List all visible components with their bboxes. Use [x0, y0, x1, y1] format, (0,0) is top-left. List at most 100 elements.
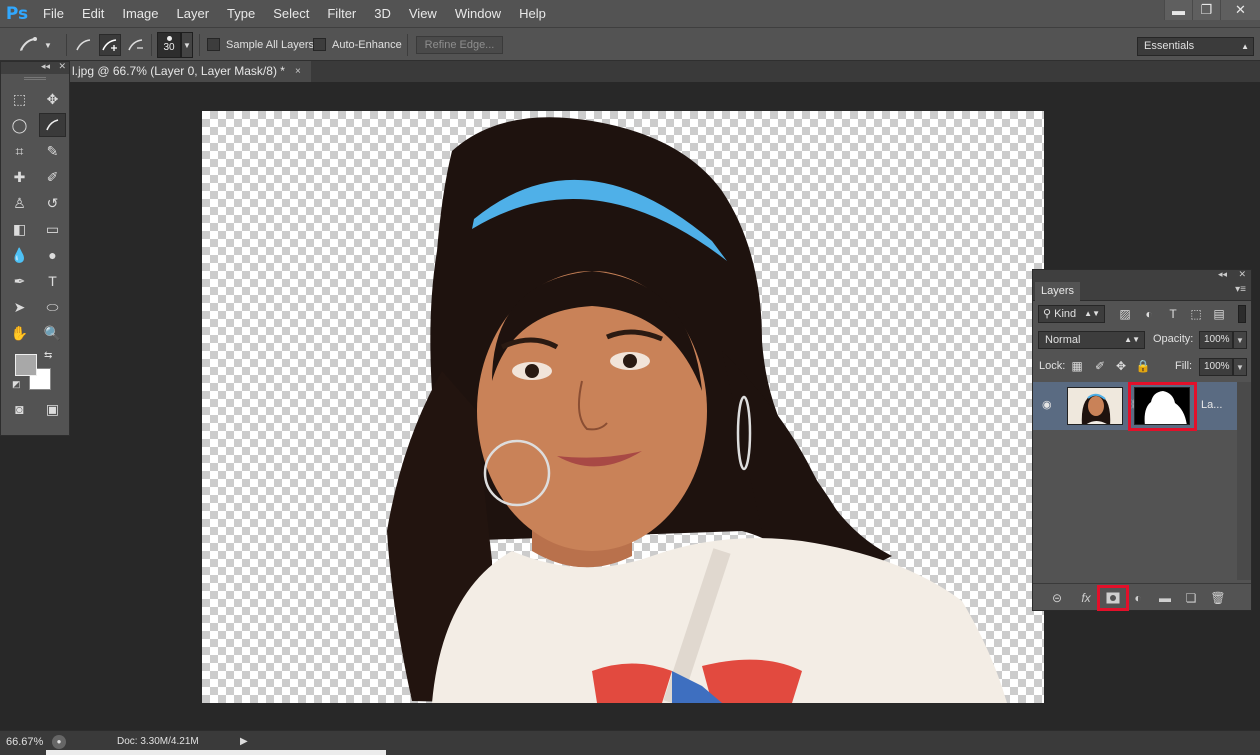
- opacity-field[interactable]: 100%: [1199, 331, 1233, 349]
- lock-image-icon[interactable]: ✐: [1093, 359, 1107, 373]
- subtract-from-selection-icon[interactable]: [125, 34, 147, 56]
- healing-brush-icon[interactable]: ✚: [3, 164, 36, 190]
- layer-filter-row: ⚲ Kind ▲▼ ▨ ◐ T ⬚ ▤: [1033, 301, 1251, 325]
- shape-filter-icon[interactable]: ⬚: [1188, 306, 1204, 322]
- auto-enhance-checkbox[interactable]: Auto-Enhance: [313, 38, 402, 51]
- lock-all-icon[interactable]: 🔒: [1136, 359, 1151, 373]
- eraser-icon[interactable]: ◧: [3, 216, 36, 242]
- close-tab-icon[interactable]: ×: [295, 61, 301, 82]
- menu-view[interactable]: View: [400, 0, 446, 27]
- foreground-color-swatch[interactable]: [15, 354, 37, 376]
- tools-panel-header[interactable]: ◂◂ ✕: [1, 61, 69, 74]
- smart-object-filter-icon[interactable]: ▤: [1211, 306, 1227, 322]
- fill-field[interactable]: 100%: [1199, 358, 1233, 376]
- menu-select[interactable]: Select: [264, 0, 318, 27]
- default-colors-icon[interactable]: ◩: [12, 379, 21, 390]
- separator: [66, 34, 67, 56]
- eye-icon[interactable]: ◉: [1042, 398, 1056, 412]
- menu-filter[interactable]: Filter: [318, 0, 365, 27]
- menu-image[interactable]: Image: [113, 0, 167, 27]
- lock-transparent-icon[interactable]: ▦: [1070, 359, 1084, 373]
- brush-size-dropdown[interactable]: ▼: [181, 32, 193, 58]
- menu-3d[interactable]: 3D: [365, 0, 400, 27]
- close-icon[interactable]: ✕: [1238, 269, 1246, 280]
- status-bar: 66.67% ● Doc: 3.30M/4.21M ▶: [0, 730, 1260, 755]
- restore-button[interactable]: ❐: [1192, 0, 1220, 20]
- layer-name[interactable]: La...: [1201, 399, 1222, 411]
- adjustment-filter-icon[interactable]: ◐: [1141, 306, 1157, 322]
- menu-layer[interactable]: Layer: [168, 0, 219, 27]
- quick-selection-icon[interactable]: [39, 113, 66, 137]
- photoshop-window: Ps File Edit Image Layer Type Select Fil…: [0, 0, 1260, 755]
- kind-filter-select[interactable]: ⚲ Kind ▲▼: [1038, 305, 1105, 323]
- quick-mask-icon[interactable]: ◙: [3, 396, 36, 422]
- minimize-button[interactable]: ▬: [1164, 0, 1192, 20]
- type-filter-icon[interactable]: T: [1165, 306, 1181, 322]
- eyedropper-icon[interactable]: ✎: [36, 138, 69, 164]
- document-canvas[interactable]: [202, 111, 1044, 703]
- layers-panel-header[interactable]: ◂◂ ✕: [1033, 269, 1251, 282]
- adjustment-layer-icon[interactable]: ◐: [1129, 590, 1147, 606]
- app-logo[interactable]: Ps: [0, 0, 34, 27]
- blend-mode-select[interactable]: Normal ▲▼: [1038, 331, 1145, 349]
- fill-dropdown[interactable]: ▼: [1233, 358, 1247, 376]
- layer-row[interactable]: ◉ ⛓ La...: [1033, 382, 1238, 431]
- menu-file[interactable]: File: [34, 0, 73, 27]
- horizontal-scrollbar[interactable]: [46, 750, 386, 755]
- trash-icon[interactable]: 🗑: [1209, 590, 1227, 606]
- collapse-icon[interactable]: ◂◂: [41, 61, 50, 72]
- document-tab[interactable]: l.jpg @ 66.7% (Layer 0, Layer Mask/8) * …: [70, 61, 311, 82]
- menu-window[interactable]: Window: [446, 0, 510, 27]
- link-layers-icon[interactable]: ⊝: [1048, 590, 1066, 606]
- tool-preset-picker[interactable]: ▼: [18, 34, 58, 56]
- type-tool-icon[interactable]: T: [36, 268, 69, 294]
- checkbox-box[interactable]: [313, 38, 326, 51]
- pixel-filter-icon[interactable]: ▨: [1117, 306, 1133, 322]
- panel-grip[interactable]: [24, 77, 46, 80]
- screen-mode-icon[interactable]: ▣: [36, 396, 69, 422]
- workspace-select[interactable]: Essentials ▲▼: [1137, 37, 1254, 68]
- ellipse-tool-icon[interactable]: ⬭: [36, 294, 69, 320]
- zoom-level[interactable]: 66.67%: [6, 736, 43, 748]
- checkbox-box[interactable]: [207, 38, 220, 51]
- new-layer-icon[interactable]: ❏: [1182, 590, 1200, 606]
- panel-menu-icon[interactable]: ▾≡: [1235, 284, 1246, 295]
- status-info-icon[interactable]: ●: [52, 735, 66, 749]
- menu-edit[interactable]: Edit: [73, 0, 113, 27]
- move-tool-icon[interactable]: ✥: [36, 86, 69, 112]
- close-button[interactable]: ✕: [1220, 0, 1260, 20]
- gradient-icon[interactable]: ▭: [36, 216, 69, 242]
- zoom-icon[interactable]: 🔍: [36, 320, 69, 346]
- opacity-dropdown[interactable]: ▼: [1233, 331, 1247, 349]
- pen-icon[interactable]: ✒: [3, 268, 36, 294]
- history-brush-icon[interactable]: ↺: [36, 190, 69, 216]
- crop-icon[interactable]: ⌗: [3, 138, 36, 164]
- rectangular-marquee-icon[interactable]: ⬚: [3, 86, 36, 112]
- close-icon[interactable]: ✕: [58, 61, 66, 72]
- path-selection-icon[interactable]: ➤: [3, 294, 36, 320]
- fx-icon[interactable]: fx: [1077, 590, 1095, 606]
- tab-layers[interactable]: Layers: [1035, 282, 1081, 301]
- blur-icon[interactable]: 💧: [3, 242, 36, 268]
- clone-stamp-icon[interactable]: ♙: [3, 190, 36, 216]
- new-group-icon[interactable]: ▬: [1156, 590, 1174, 606]
- brush-icon[interactable]: ✐: [36, 164, 69, 190]
- layers-scrollbar[interactable]: [1237, 382, 1251, 580]
- swap-colors-icon[interactable]: ⇆: [44, 350, 52, 361]
- sample-all-layers-checkbox[interactable]: Sample All Layers: [207, 38, 314, 51]
- add-to-selection-icon[interactable]: [99, 34, 121, 56]
- filter-toggle[interactable]: [1238, 305, 1246, 323]
- collapse-icon[interactable]: ◂◂: [1218, 269, 1227, 280]
- hand-icon[interactable]: ✋: [3, 320, 36, 346]
- sample-all-layers-label: Sample All Layers: [226, 38, 315, 51]
- menu-help[interactable]: Help: [510, 0, 555, 27]
- lasso-icon[interactable]: ◯: [3, 112, 36, 138]
- layer-thumbnail[interactable]: [1067, 387, 1123, 425]
- refine-edge-button[interactable]: Refine Edge...: [416, 36, 503, 54]
- lock-position-icon[interactable]: ✥: [1114, 359, 1128, 373]
- dodge-icon[interactable]: ●: [36, 242, 69, 268]
- menu-type[interactable]: Type: [218, 0, 264, 27]
- brush-size-picker[interactable]: 30: [157, 32, 181, 58]
- new-selection-icon[interactable]: [73, 34, 95, 56]
- status-menu-arrow-icon[interactable]: ▶: [240, 736, 248, 747]
